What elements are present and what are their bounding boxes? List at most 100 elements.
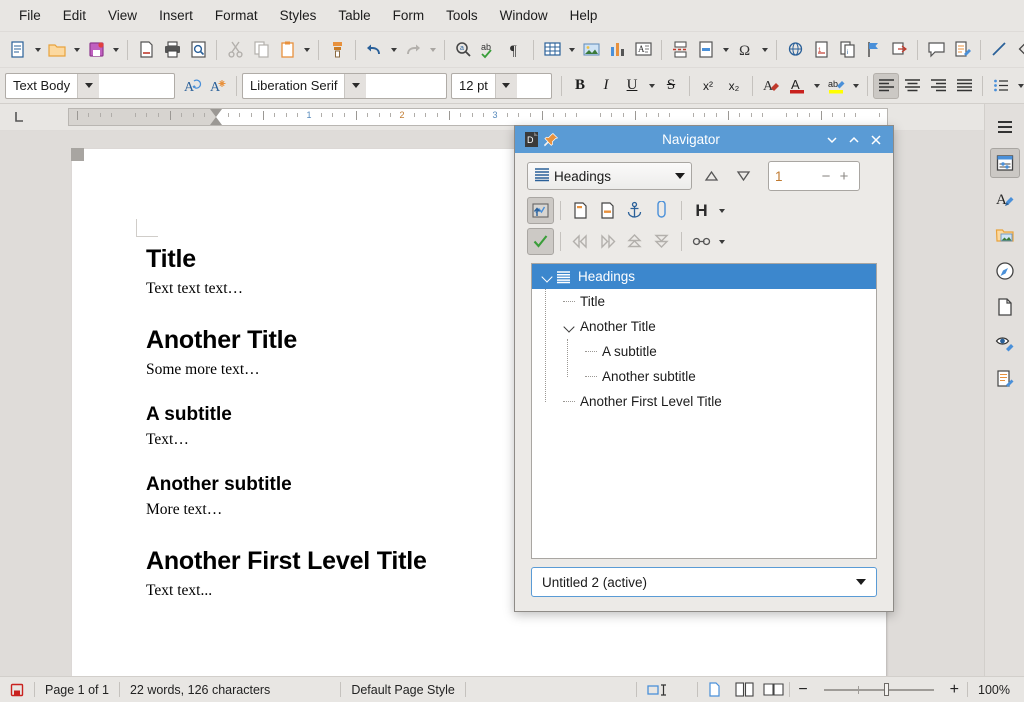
paragraph-style-combobox[interactable]: Text Body xyxy=(5,72,175,99)
document-selector-combobox[interactable]: Untitled 2 (active) xyxy=(531,567,877,597)
pin-icon[interactable] xyxy=(541,130,561,150)
menu-item-window[interactable]: Window xyxy=(489,4,559,27)
strikethrough-button[interactable]: S xyxy=(658,73,684,99)
chevron-down-icon[interactable] xyxy=(543,272,552,281)
chevron-down-icon[interactable] xyxy=(560,314,578,339)
new-document-dropdown[interactable] xyxy=(31,37,44,63)
insert-image-icon[interactable] xyxy=(578,37,604,63)
menu-item-form[interactable]: Form xyxy=(382,4,436,27)
attachment-icon[interactable] xyxy=(648,197,675,224)
font-color-dropdown[interactable] xyxy=(810,73,823,99)
heading-levels-icon[interactable]: H xyxy=(688,197,715,224)
tree-item[interactable]: Another First Level Title xyxy=(532,389,876,414)
insert-line-icon[interactable] xyxy=(986,37,1012,63)
menu-item-file[interactable]: File xyxy=(8,4,52,27)
justified-icon[interactable] xyxy=(951,73,977,99)
paste-icon[interactable] xyxy=(274,37,300,63)
underline-button[interactable]: U xyxy=(619,73,645,99)
insert-field-dropdown[interactable] xyxy=(719,37,732,63)
previous-item-button[interactable] xyxy=(698,163,724,189)
menu-item-view[interactable]: View xyxy=(97,4,148,27)
heading-levels-dropdown[interactable] xyxy=(715,198,728,224)
insert-endnote-icon[interactable]: i xyxy=(834,37,860,63)
sidebar-item-navigator[interactable] xyxy=(990,256,1020,286)
align-left-icon[interactable] xyxy=(873,72,899,99)
export-pdf-icon[interactable] xyxy=(133,37,159,63)
new-document-icon[interactable] xyxy=(5,37,31,63)
insert-comment-icon[interactable] xyxy=(923,37,949,63)
book-view-icon[interactable] xyxy=(759,682,789,697)
formatting-marks-icon[interactable]: ¶ xyxy=(502,37,528,63)
insert-text-box-icon[interactable]: A xyxy=(630,37,656,63)
content-view-dropdown-arrow[interactable] xyxy=(675,173,685,179)
selection-mode-icon[interactable] xyxy=(637,683,679,697)
insert-footnote-icon[interactable]: 1 xyxy=(808,37,834,63)
first-line-indent-marker[interactable] xyxy=(210,109,222,117)
page-number-spinner[interactable]: 1 − + xyxy=(768,161,860,191)
chevron-down-icon[interactable] xyxy=(565,322,574,331)
insert-table-dropdown[interactable] xyxy=(565,37,578,63)
clone-formatting-icon[interactable] xyxy=(324,37,350,63)
paragraph-style-dropdown[interactable] xyxy=(77,73,100,98)
italic-button[interactable]: I xyxy=(593,73,619,99)
maximize-button[interactable] xyxy=(843,129,865,151)
zoom-in-button[interactable]: + xyxy=(942,681,967,699)
update-style-icon[interactable]: A xyxy=(179,73,205,99)
horizontal-ruler[interactable]: 1 2 3 xyxy=(68,108,888,126)
page-number-value[interactable]: 1 xyxy=(775,169,817,184)
zoom-level[interactable]: 100% xyxy=(968,683,1024,697)
insert-cross-reference-icon[interactable] xyxy=(886,37,912,63)
content-view-combobox[interactable]: Headings xyxy=(527,162,692,190)
navigator-content-tree[interactable]: Headings Title Another Title A subtitle Anot… xyxy=(531,263,877,559)
page-number-decrement[interactable]: − xyxy=(817,168,835,185)
clear-formatting-icon[interactable]: A xyxy=(758,73,784,99)
tree-item[interactable]: A subtitle xyxy=(532,339,876,364)
single-page-view-icon[interactable] xyxy=(698,682,731,697)
next-item-button[interactable] xyxy=(730,163,756,189)
insert-chart-icon[interactable] xyxy=(604,37,630,63)
align-right-icon[interactable] xyxy=(925,73,951,99)
multi-page-view-icon[interactable] xyxy=(731,682,759,697)
special-character-dropdown[interactable] xyxy=(758,37,771,63)
close-button[interactable] xyxy=(865,129,887,151)
spelling-icon[interactable]: ab xyxy=(476,37,502,63)
track-changes-icon[interactable] xyxy=(949,37,975,63)
paste-dropdown[interactable] xyxy=(300,37,313,63)
open-document-icon[interactable] xyxy=(44,37,70,63)
chevron-down-icon[interactable] xyxy=(538,264,556,289)
undo-icon[interactable] xyxy=(361,37,387,63)
find-replace-icon[interactable]: a xyxy=(450,37,476,63)
tree-item[interactable]: Another Title xyxy=(532,314,876,339)
undo-dropdown[interactable] xyxy=(387,37,400,63)
zoom-slider[interactable] xyxy=(823,683,934,697)
tree-item[interactable]: Title xyxy=(532,289,876,314)
insert-special-character-icon[interactable]: Ω xyxy=(732,37,758,63)
header-icon[interactable] xyxy=(594,197,621,224)
font-color-button[interactable]: A xyxy=(784,73,810,99)
page-number-increment[interactable]: + xyxy=(835,168,853,185)
open-document-dropdown[interactable] xyxy=(70,37,83,63)
highlight-color-dropdown[interactable] xyxy=(849,73,862,99)
word-count[interactable]: 22 words, 126 characters xyxy=(120,683,280,697)
list-dropdown[interactable] xyxy=(1014,73,1024,99)
checkmark-icon[interactable] xyxy=(527,228,554,255)
tree-item[interactable]: Another subtitle xyxy=(532,364,876,389)
menu-item-tools[interactable]: Tools xyxy=(435,4,489,27)
set-reminder-icon[interactable] xyxy=(567,197,594,224)
menu-item-format[interactable]: Format xyxy=(204,4,269,27)
hamburger-menu-icon[interactable] xyxy=(990,112,1020,142)
superscript-button[interactable]: x² xyxy=(695,73,721,99)
save-document-dropdown[interactable] xyxy=(109,37,122,63)
zoom-out-button[interactable]: − xyxy=(790,681,815,699)
print-preview-icon[interactable] xyxy=(185,37,211,63)
save-document-icon[interactable] xyxy=(83,37,109,63)
sidebar-item-styles[interactable]: A xyxy=(990,184,1020,214)
left-indent-marker[interactable] xyxy=(210,117,222,125)
page-style[interactable]: Default Page Style xyxy=(341,683,465,697)
insert-hyperlink-icon[interactable] xyxy=(782,37,808,63)
sidebar-item-gallery[interactable] xyxy=(990,220,1020,250)
page-break-icon[interactable] xyxy=(667,37,693,63)
tab-stop-left-icon[interactable] xyxy=(8,107,32,127)
unordered-list-icon[interactable] xyxy=(988,73,1014,99)
highlight-color-button[interactable]: ab xyxy=(823,73,849,99)
